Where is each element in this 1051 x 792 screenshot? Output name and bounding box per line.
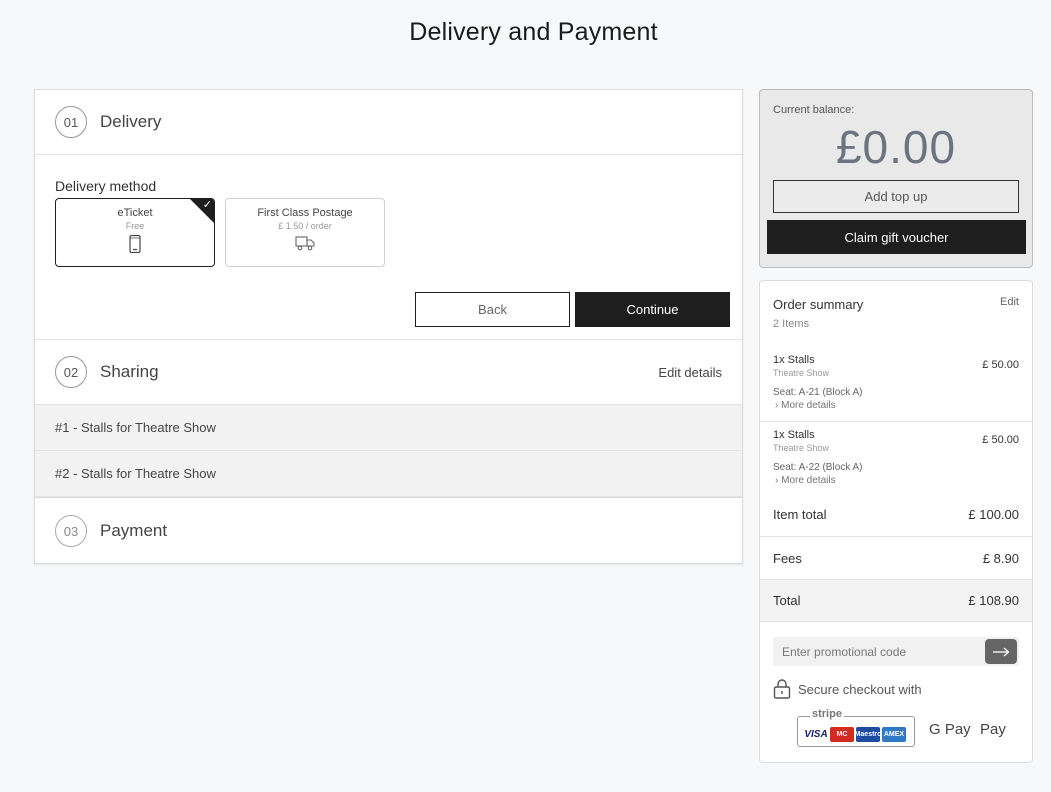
item-price: £ 50.00	[982, 359, 1019, 371]
secure-checkout-text: Secure checkout with	[798, 681, 922, 697]
total-row: Total £ 108.90	[760, 579, 1032, 622]
stripe-logo: stripe	[810, 708, 844, 720]
apple-pay-label: Pay	[980, 721, 1006, 738]
step-number: 03	[55, 515, 87, 547]
page-title: Delivery and Payment	[409, 18, 658, 46]
item-seat: Seat: A-21 (Block A)	[773, 387, 863, 398]
add-top-up-button[interactable]: Add top up	[773, 180, 1019, 213]
item-show: Theatre Show	[773, 368, 830, 378]
mastercard-icon: MC	[830, 727, 854, 742]
amex-icon: AMEX	[882, 727, 906, 742]
secure-checkout: Secure checkout with	[773, 679, 922, 699]
delivery-option-postage[interactable]: First Class Postage £ 1.50 / order	[225, 198, 385, 267]
order-edit-link[interactable]: Edit	[1000, 296, 1019, 308]
more-details-label: More details	[781, 400, 836, 411]
step-title: Delivery	[100, 112, 162, 131]
continue-button[interactable]: Continue	[575, 292, 730, 327]
order-summary-title: Order summary	[773, 297, 864, 312]
item-total-value: £ 100.00	[968, 507, 1019, 522]
step-number: 02	[55, 356, 87, 388]
step-payment-header[interactable]: 03 Payment	[35, 497, 742, 564]
chevron-right-icon: ›	[775, 475, 779, 486]
back-button[interactable]: Back	[415, 292, 570, 327]
delivery-truck-icon	[226, 235, 384, 251]
delivery-option-price: £ 1.50 / order	[278, 221, 332, 231]
sharing-ticket-row[interactable]: #2 - Stalls for Theatre Show	[35, 451, 742, 497]
apple-pay-icon: Pay	[980, 721, 1006, 738]
arrow-right-icon	[993, 647, 1010, 656]
more-details-link[interactable]: › More details	[775, 400, 836, 411]
apply-promo-button[interactable]	[985, 639, 1017, 664]
more-details-link[interactable]: › More details	[775, 475, 836, 486]
step-title: Sharing	[100, 362, 159, 381]
order-summary-panel: Order summary Edit 2 Items 1x Stalls The…	[759, 280, 1033, 763]
order-item: 1x Stalls Theatre Show Seat: A-22 (Block…	[760, 422, 1032, 497]
step-delivery-header[interactable]: 01 Delivery	[35, 90, 742, 155]
delivery-method-label: Delivery method	[55, 178, 157, 194]
fees-label: Fees	[773, 550, 802, 566]
item-total-row: Item total £ 100.00	[760, 493, 1032, 536]
promo-code-field	[773, 637, 1019, 666]
step-sharing-header[interactable]: 02 Sharing Edit details	[35, 339, 742, 405]
google-pay-icon: G Pay	[929, 721, 971, 738]
delivery-option-name: First Class Postage	[257, 207, 353, 219]
total-label: Total	[773, 593, 801, 608]
order-item: 1x Stalls Theatre Show Seat: A-21 (Block…	[760, 347, 1032, 422]
balance-panel: Current balance: £0.00 Add top up Claim …	[759, 89, 1033, 268]
checkmark-icon: ✓	[202, 199, 212, 211]
item-name: 1x Stalls	[773, 354, 815, 366]
maestro-icon: Maestro	[855, 727, 881, 742]
stripe-badge: stripe VISA MC Maestro AMEX	[797, 708, 915, 747]
edit-details-link[interactable]: Edit details	[658, 365, 722, 380]
fees-value: £ 8.90	[982, 550, 1019, 566]
fees-row: Fees £ 8.90	[760, 536, 1032, 579]
item-show: Theatre Show	[773, 443, 830, 453]
visa-icon: VISA	[804, 727, 828, 742]
lock-icon	[773, 679, 791, 699]
promo-code-input[interactable]	[773, 637, 983, 666]
mobile-phone-icon	[56, 235, 214, 253]
balance-amount: £0.00	[835, 121, 957, 173]
item-seat: Seat: A-22 (Block A)	[773, 462, 863, 473]
total-value: £ 108.90	[968, 593, 1019, 608]
checkout-steps-panel: 01 Delivery Delivery method eTicket Free…	[34, 89, 743, 564]
sharing-ticket-row[interactable]: #1 - Stalls for Theatre Show	[35, 405, 742, 451]
balance-label: Current balance:	[773, 104, 855, 116]
claim-gift-voucher-button[interactable]: Claim gift voucher	[767, 220, 1026, 254]
chevron-right-icon: ›	[775, 400, 779, 411]
step-title: Payment	[100, 521, 168, 540]
item-name: 1x Stalls	[773, 429, 815, 441]
delivery-option-eticket[interactable]: eTicket Free ✓	[55, 198, 215, 267]
item-total-label: Item total	[773, 507, 827, 522]
item-price: £ 50.00	[982, 434, 1019, 446]
more-details-label: More details	[781, 475, 836, 486]
item-count: 2 Items	[773, 318, 810, 330]
step-number: 01	[55, 106, 87, 138]
